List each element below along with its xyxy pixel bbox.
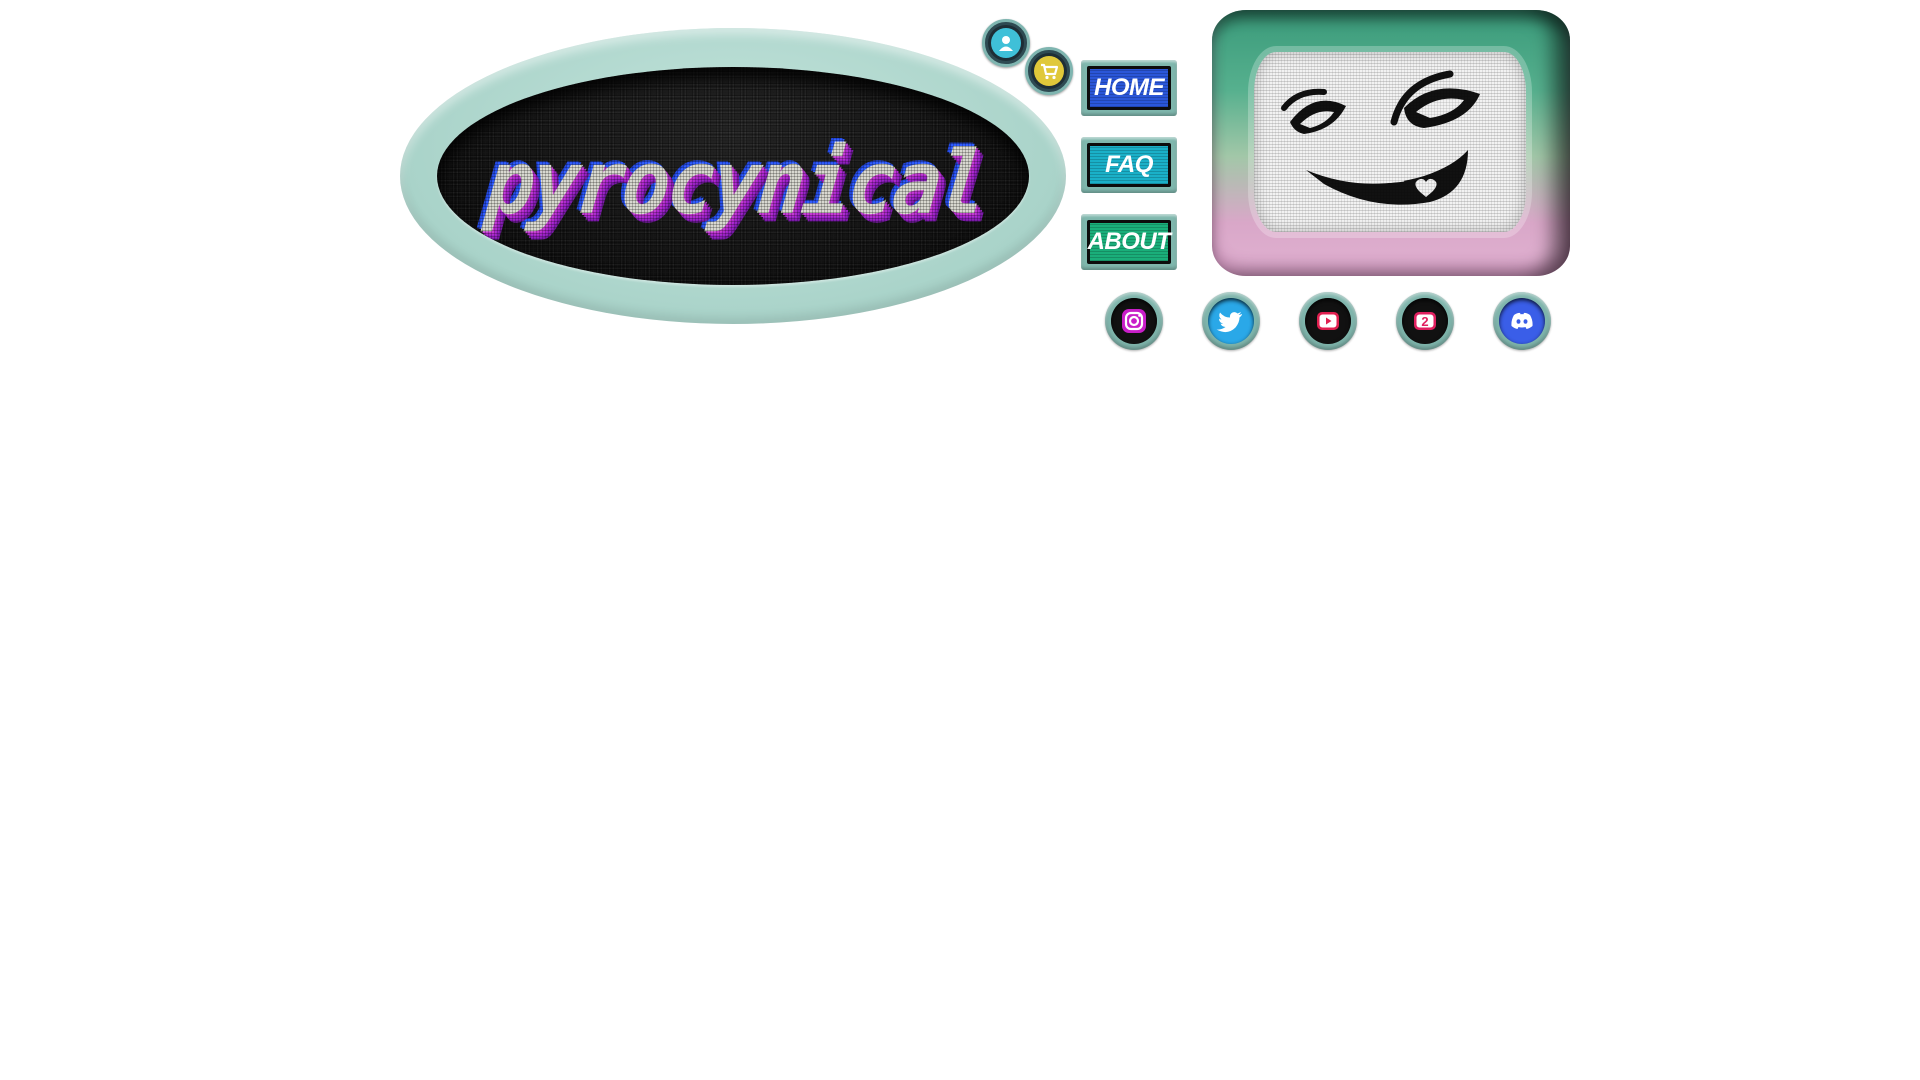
youtube-button[interactable] — [1299, 292, 1357, 350]
discord-icon — [1511, 312, 1533, 329]
tv-screen — [1254, 52, 1526, 232]
nav-faq-label: FAQ — [1090, 146, 1168, 184]
grinning-face-icon — [1281, 70, 1480, 205]
nav-faq-button[interactable]: FAQ — [1081, 137, 1177, 193]
nav-about-label: ABOUT — [1088, 223, 1171, 261]
instagram-icon — [1122, 309, 1146, 333]
account-button[interactable] — [982, 19, 1030, 67]
twitter-icon — [1216, 312, 1242, 333]
logo-screen[interactable]: pyrocynical — [437, 67, 1029, 285]
user-icon — [991, 28, 1021, 58]
youtube-icon — [1317, 312, 1339, 330]
logo: pyrocynical — [437, 67, 1029, 285]
nav-home-button[interactable]: HOME — [1081, 60, 1177, 116]
discord-button[interactable] — [1493, 292, 1551, 350]
twitter-button[interactable] — [1202, 292, 1260, 350]
nav-home-label: HOME — [1090, 69, 1168, 107]
channel-2-label: 2 — [1421, 314, 1428, 329]
number-2-icon: 2 — [1414, 312, 1436, 330]
logo-text: pyrocynical — [481, 130, 989, 234]
cart-button[interactable] — [1025, 47, 1073, 95]
instagram-button[interactable] — [1105, 292, 1163, 350]
nav-about-button[interactable]: ABOUT — [1081, 214, 1177, 270]
cart-icon — [1034, 56, 1064, 86]
channel-2-button[interactable]: 2 — [1396, 292, 1454, 350]
